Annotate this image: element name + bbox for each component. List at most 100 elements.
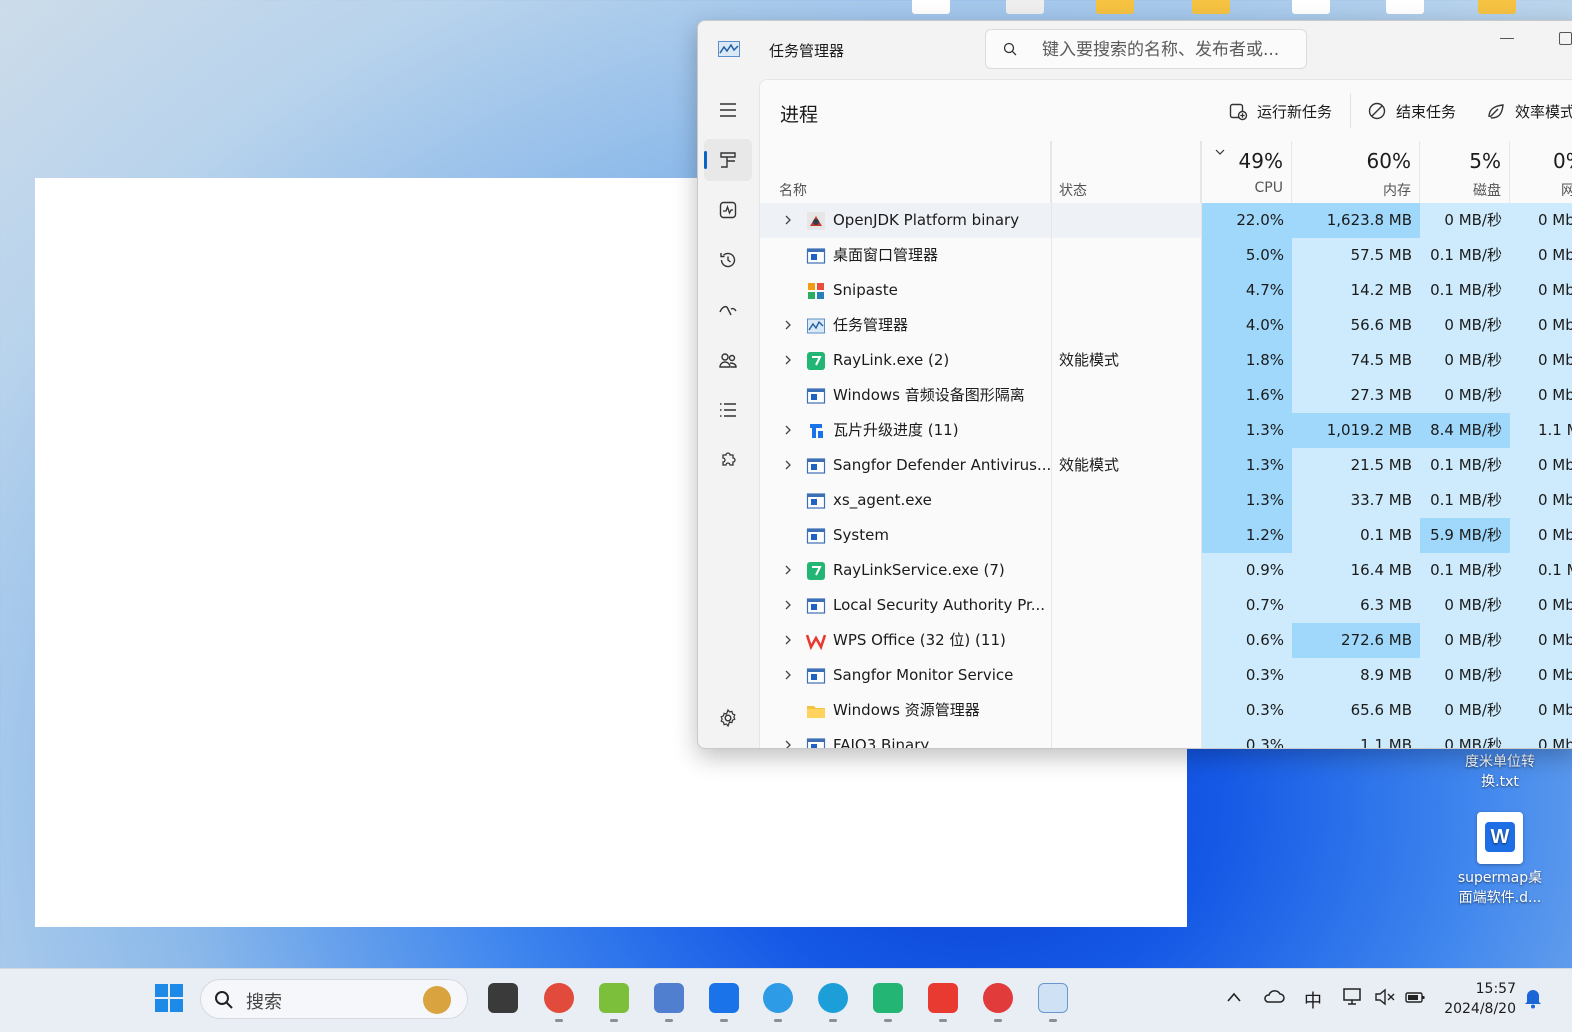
process-row[interactable]: Local Security Authority Pr... 0.7% 6.3 MB… (760, 588, 1572, 623)
chevron-right-icon[interactable] (782, 214, 794, 226)
nav-details[interactable] (704, 389, 752, 431)
chevron-right-icon[interactable] (782, 459, 794, 471)
process-row[interactable]: 瓦片升级进度 (11) 1.3%1,019.2 MB8.4 MB/秒1.1 Mbp… (760, 413, 1572, 448)
ime-indicator[interactable]: 中 (1304, 987, 1322, 1013)
column-header-name[interactable]: 名称 (760, 141, 1051, 203)
process-memory: 1.1 MB (1292, 728, 1420, 748)
process-cpu: 4.0% (1201, 308, 1292, 343)
notification-bell-icon[interactable] (1523, 987, 1543, 1009)
desktop-file-icon[interactable] (912, 0, 950, 14)
chevron-right-icon[interactable] (782, 599, 794, 611)
process-row[interactable]: RayLink.exe (2) 效能模式 1.8%74.5 MB0 MB/秒0 Mb… (760, 343, 1572, 378)
process-row[interactable]: Windows 音频设备图形隔离 1.6%27.3 MB0 MB/秒0 Mbps (760, 378, 1572, 413)
hamburger-menu-button[interactable] (704, 89, 752, 131)
process-row[interactable]: RayLinkService.exe (7) 0.9% 16.4 MB 0.1 MB/… (760, 553, 1572, 588)
process-network: 0 Mbps (1510, 378, 1572, 413)
process-row[interactable]: Sangfor Defender Antivirus... 效能模式 1.3% 21.… (760, 448, 1572, 483)
app-chat-icon[interactable] (763, 983, 793, 1013)
minimize-button[interactable] (1500, 38, 1514, 39)
app-pdf-icon[interactable] (983, 983, 1013, 1013)
tile-upgrade-icon[interactable] (709, 983, 739, 1013)
process-row[interactable]: FAIO3 Binary 0.3%1.1 MB0 MB/秒0 Mbps (760, 728, 1572, 748)
running-indicator (665, 1019, 673, 1022)
process-status: 效能模式 (1059, 351, 1120, 369)
app-remote-icon[interactable] (654, 983, 684, 1013)
process-row[interactable]: Windows 资源管理器 0.3%65.6 MB0 MB/秒0 Mbps (760, 693, 1572, 728)
wps-icon[interactable] (928, 983, 958, 1013)
taskbar-search[interactable]: 搜索 (200, 979, 468, 1019)
process-name: Local Security Authority Pr... (833, 596, 1046, 614)
process-cpu: 4.7% (1201, 273, 1292, 308)
nav-settings[interactable] (704, 697, 752, 739)
desktop-file-icon[interactable] (1386, 0, 1424, 14)
chevron-right-icon[interactable] (782, 634, 794, 646)
battery-icon[interactable] (1404, 988, 1426, 1006)
process-cpu: 1.6% (1201, 378, 1292, 413)
process-row[interactable]: WPS Office (32 位) (11) 0.6% 272.6 MB 0 MB/秒… (760, 623, 1572, 658)
task-manager-icon[interactable] (1038, 983, 1068, 1013)
column-header-network[interactable]: 0% 网络 (1510, 141, 1572, 203)
speaker-muted-icon[interactable] (1374, 988, 1396, 1006)
nav-processes[interactable] (704, 139, 752, 181)
process-row[interactable]: 桌面窗口管理器 5.0%57.5 MB0.1 MB/秒0 Mbps (760, 238, 1572, 273)
task-manager-window: 任务管理器 键入要搜索的名称、发布者或... 进程 运行新任务 结束任务 效率模… (697, 20, 1572, 749)
maximize-button[interactable] (1559, 32, 1572, 45)
desktop-file-icon[interactable] (1292, 0, 1330, 14)
efficiency-mode-button[interactable]: 效率模式 (1486, 99, 1572, 123)
process-row[interactable]: Sangfor Monitor Service 0.3% 8.9 MB 0 MB/秒 0… (760, 658, 1572, 693)
process-name: 瓦片升级进度 (11) (833, 421, 959, 439)
process-row[interactable]: OpenJDK Platform binary 22.0% 1,623.8 MB 0 … (760, 203, 1572, 238)
process-name-cell: FAIO3 Binary (760, 728, 1051, 748)
process-row[interactable]: System 1.2%0.1 MB5.9 MB/秒0 Mbps (760, 518, 1572, 553)
title-bar[interactable]: 任务管理器 (698, 21, 1572, 79)
chevron-right-icon[interactable] (782, 424, 794, 436)
system-clock[interactable]: 15:57 2024/8/20 (1440, 979, 1516, 1019)
nav-app-history[interactable] (704, 239, 752, 281)
process-row[interactable]: xs_agent.exe 1.3%33.7 MB0.1 MB/秒0 Mbps (760, 483, 1572, 518)
search-box[interactable] (985, 29, 1307, 69)
desktop-folder-icon[interactable] (1478, 0, 1516, 14)
app-window-icon (806, 668, 826, 684)
app-snail-icon[interactable] (544, 983, 574, 1013)
start-windows-icon[interactable] (154, 983, 184, 1013)
process-network: 0 Mbps (1510, 483, 1572, 518)
snipaste-icon (808, 283, 824, 299)
edge-browser-icon[interactable] (818, 983, 848, 1013)
process-row[interactable]: 任务管理器 4.0%56.6 MB0 MB/秒0 Mbps (760, 308, 1572, 343)
desktop-folder-icon[interactable] (1096, 0, 1134, 14)
nav-performance[interactable] (704, 189, 752, 231)
chevron-up-icon[interactable] (1226, 991, 1242, 1003)
nav-users[interactable] (704, 339, 752, 381)
search-input[interactable] (1040, 38, 1300, 62)
process-memory: 1,623.8 MB (1292, 203, 1420, 238)
folder-icon (807, 706, 825, 718)
column-header-status[interactable]: 状态 (1051, 141, 1201, 203)
cloud-icon[interactable] (1263, 988, 1285, 1004)
column-header-disk[interactable]: 5% 磁盘 (1420, 141, 1510, 203)
raylink-icon[interactable] (873, 983, 903, 1013)
desktop-item-txt[interactable]: 度米单位转换.txt (1450, 752, 1550, 792)
chevron-right-icon[interactable] (782, 669, 794, 681)
chevron-right-icon[interactable] (782, 319, 794, 331)
column-header-memory[interactable]: 60% 内存 (1292, 141, 1420, 203)
desktop-item-supermap[interactable]: W supermap桌面端软件.d... (1450, 812, 1550, 908)
process-cpu: 1.2% (1201, 518, 1292, 553)
nav-startup-apps[interactable] (704, 289, 752, 331)
chevron-right-icon[interactable] (782, 564, 794, 576)
chevron-right-icon[interactable] (782, 354, 794, 366)
process-row[interactable]: Snipaste 4.7%14.2 MB0.1 MB/秒0 Mbps (760, 273, 1572, 308)
desktop-file-icon[interactable] (1006, 0, 1044, 14)
end-task-button[interactable]: 结束任务 (1367, 99, 1456, 123)
process-status (1051, 658, 1201, 693)
app-map-icon[interactable] (599, 983, 629, 1013)
network-icon[interactable] (1342, 987, 1364, 1007)
page-title: 进程 (780, 104, 819, 126)
desktop-folder-icon[interactable] (1192, 0, 1230, 14)
nav-services[interactable] (704, 439, 752, 481)
run-new-task-button[interactable]: 运行新任务 (1228, 99, 1332, 123)
process-name: xs_agent.exe (833, 491, 932, 509)
task-view-icon[interactable] (488, 983, 518, 1013)
process-memory: 8.9 MB (1292, 658, 1420, 693)
column-header-cpu[interactable]: 49% CPU (1201, 141, 1292, 203)
chevron-right-icon[interactable] (782, 739, 794, 748)
